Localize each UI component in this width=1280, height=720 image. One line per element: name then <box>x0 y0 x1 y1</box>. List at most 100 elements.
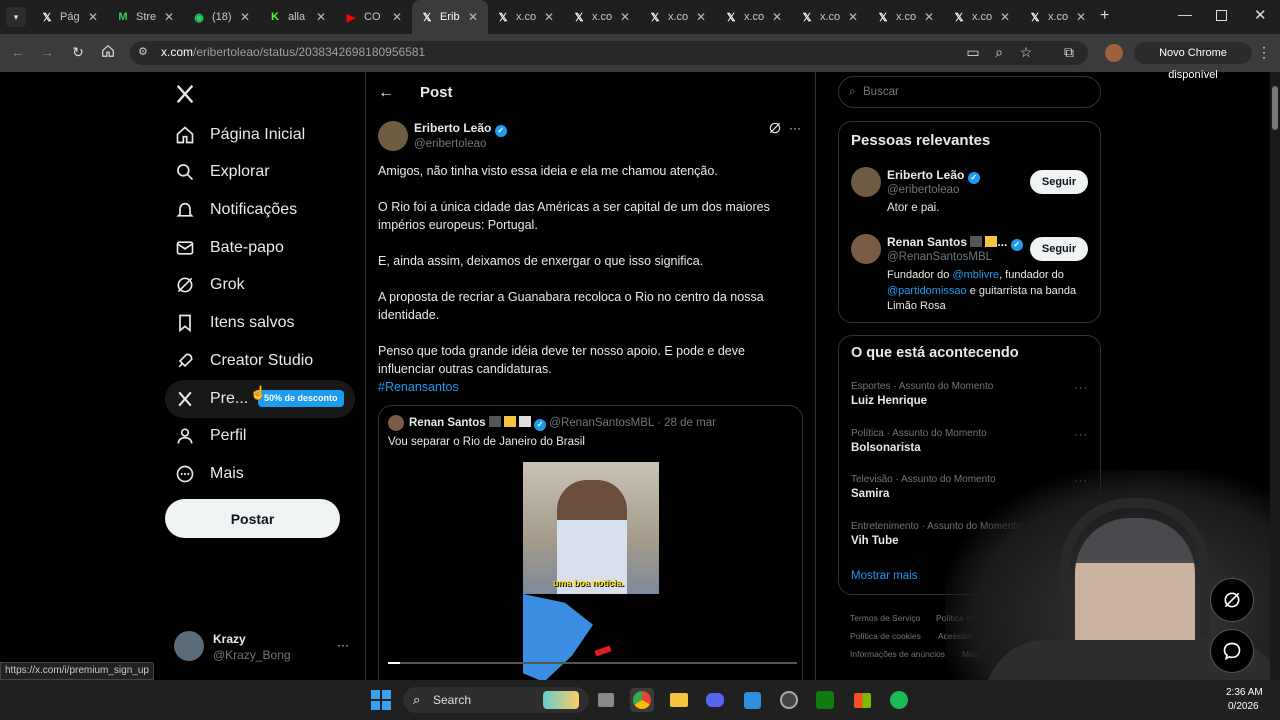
discord-taskbar-icon[interactable] <box>703 688 727 712</box>
browser-tab[interactable]: 𝕏x.co ✕ <box>792 0 868 34</box>
nav-item[interactable]: Itens salvos <box>165 304 294 342</box>
close-tab-icon[interactable]: ✕ <box>88 10 98 24</box>
close-window-button[interactable]: ✕ <box>1254 6 1267 24</box>
menu-kebab-icon[interactable]: ⋮ <box>1255 44 1273 61</box>
person-avatar[interactable] <box>851 167 881 197</box>
site-info-icon[interactable]: ⚙ <box>138 45 148 58</box>
taskbar-date[interactable]: 0/2026 <box>1228 701 1259 712</box>
browser-tab[interactable]: 𝕏x.co ✕ <box>716 0 792 34</box>
video-progress-bar[interactable] <box>388 662 797 664</box>
premium-discount-badge[interactable]: 50% de desconto <box>258 390 344 407</box>
person-name-row[interactable]: Renan Santos ... ✓ <box>887 235 1023 251</box>
close-tab-icon[interactable]: ✕ <box>544 10 554 24</box>
quote-video[interactable]: uma boa notícia. <box>523 462 659 682</box>
trend-name[interactable]: Vih Tube <box>851 535 899 547</box>
browser-tab[interactable]: 𝕏 Erib ✕ <box>412 0 488 34</box>
nav-item[interactable]: Notificações <box>165 191 297 229</box>
reload-button[interactable]: ↻ <box>69 44 87 61</box>
close-tab-icon[interactable]: ✕ <box>1000 10 1010 24</box>
person-avatar[interactable] <box>851 234 881 264</box>
spotify-taskbar-icon[interactable] <box>887 688 911 712</box>
nav-item[interactable]: Bate-papo <box>165 229 284 267</box>
grok-float-button[interactable] <box>1210 578 1254 622</box>
home-button[interactable] <box>99 44 117 61</box>
restore-button[interactable] <box>1216 10 1227 21</box>
close-tab-icon[interactable]: ✕ <box>316 10 326 24</box>
browser-tab[interactable]: 𝕏x.co ✕ <box>488 0 564 34</box>
nav-item[interactable]: Página Inicial <box>165 116 305 154</box>
close-tab-icon[interactable]: ✕ <box>240 10 250 24</box>
bio-mention-link[interactable]: @mblivre <box>952 269 999 281</box>
account-more-icon[interactable]: ··· <box>337 638 349 652</box>
minimize-button[interactable]: — <box>1178 6 1192 22</box>
grok-post-icon[interactable] <box>768 121 782 140</box>
close-tab-icon[interactable]: ✕ <box>696 10 706 24</box>
browser-tab[interactable]: 𝕏x.co ✕ <box>1020 0 1096 34</box>
trend-name[interactable]: Bolsonarista <box>851 442 921 454</box>
footer-link[interactable]: Informações de anúncios <box>850 649 945 659</box>
page-scrollbar[interactable] <box>1270 72 1280 680</box>
extensions-icon[interactable]: ⧉ <box>1060 44 1078 61</box>
browser-tab[interactable]: Kalla ✕ <box>260 0 336 34</box>
close-tab-icon[interactable]: ✕ <box>468 10 478 24</box>
chrome-update-button[interactable]: Novo Chrome disponível <box>1134 42 1252 81</box>
show-more-link[interactable]: Mostrar mais <box>851 570 917 582</box>
store-taskbar-icon[interactable] <box>850 688 874 712</box>
author-avatar[interactable] <box>378 121 408 151</box>
bio-mention-link[interactable]: @partidomissao <box>887 285 967 297</box>
file-explorer-icon[interactable] <box>667 688 691 712</box>
quoted-post[interactable]: Renan Santos ✓ @RenanSantosMBL · 28 de m… <box>378 405 803 695</box>
back-arrow-icon[interactable]: ← <box>378 84 394 102</box>
post-more-icon[interactable]: ··· <box>789 121 801 135</box>
nav-item[interactable]: Explorar <box>165 153 270 191</box>
nav-item[interactable]: Mais <box>165 455 244 493</box>
new-tab-button[interactable]: + <box>1100 7 1109 25</box>
task-view-icon[interactable] <box>594 688 618 712</box>
bookmark-star-icon[interactable]: ☆ <box>1017 44 1035 61</box>
trend-name[interactable]: Luiz Henrique <box>851 395 927 407</box>
url-text[interactable]: x.com/eribertoleao/status/20383426981809… <box>161 45 425 59</box>
search-input[interactable]: Buscar <box>863 86 899 98</box>
close-tab-icon[interactable]: ✕ <box>848 10 858 24</box>
person-name-row[interactable]: Eriberto Leão ✓ <box>887 168 980 184</box>
trend-name[interactable]: Samira <box>851 488 889 500</box>
chrome-taskbar-icon[interactable] <box>630 688 654 712</box>
author-handle[interactable]: @eribertoleao <box>414 138 486 150</box>
browser-tab[interactable]: ▶ CO ✕ <box>336 0 412 34</box>
close-tab-icon[interactable]: ✕ <box>1076 10 1086 24</box>
close-tab-icon[interactable]: ✕ <box>392 10 402 24</box>
footer-link[interactable]: Termos de Serviço <box>850 613 920 623</box>
browser-tab[interactable]: 𝕏x.co ✕ <box>944 0 1020 34</box>
follow-button[interactable]: Seguir <box>1030 170 1088 194</box>
browser-tab[interactable]: M Stre ✕ <box>108 0 184 34</box>
taskbar-time[interactable]: 2:36 AM <box>1226 687 1263 698</box>
close-tab-icon[interactable]: ✕ <box>924 10 934 24</box>
close-tab-icon[interactable]: ✕ <box>620 10 630 24</box>
steam-taskbar-icon[interactable] <box>777 688 801 712</box>
browser-tab[interactable]: 𝕏x.co ✕ <box>564 0 640 34</box>
follow-button[interactable]: Seguir <box>1030 237 1088 261</box>
x-logo-icon[interactable] <box>174 83 196 110</box>
zoom-icon[interactable]: ⌕ <box>990 44 1008 61</box>
forward-button[interactable]: → <box>38 44 56 60</box>
taskbar-search[interactable]: ⌕ Search <box>403 687 589 713</box>
nav-item[interactable]: Creator Studio <box>165 342 313 380</box>
browser-tab[interactable]: ◉ (18) ✕ <box>184 0 260 34</box>
trend-more-icon[interactable]: ··· <box>1074 382 1088 394</box>
chat-float-button[interactable] <box>1210 629 1254 673</box>
browser-tab[interactable]: 𝕏x.co ✕ <box>640 0 716 34</box>
browser-tab[interactable]: 𝕏 Pág ✕ <box>32 0 108 34</box>
nav-item[interactable]: Grok <box>165 266 245 304</box>
cast-icon[interactable]: ▭ <box>964 44 982 61</box>
paint-taskbar-icon[interactable] <box>740 688 764 712</box>
xbox-taskbar-icon[interactable] <box>813 688 837 712</box>
browser-tab[interactable]: 𝕏x.co ✕ <box>868 0 944 34</box>
tab-search-button[interactable]: ▾ <box>6 7 26 27</box>
post-hashtag[interactable]: #Renansantos <box>378 378 798 396</box>
profile-avatar[interactable] <box>1105 44 1123 62</box>
close-tab-icon[interactable]: ✕ <box>772 10 782 24</box>
nav-item[interactable]: Perfil <box>165 417 246 455</box>
back-button[interactable]: ← <box>9 44 27 60</box>
post-button[interactable]: Postar <box>165 499 340 538</box>
footer-link[interactable]: Política de cookies <box>850 631 921 641</box>
